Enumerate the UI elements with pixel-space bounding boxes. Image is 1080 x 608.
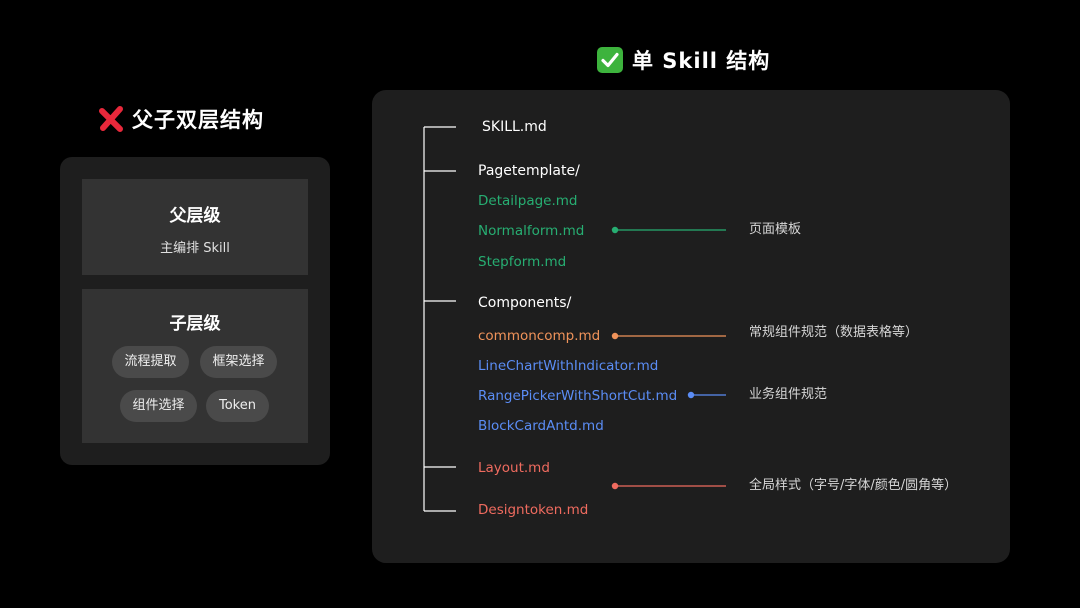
file-layout-md: Layout.md [478, 460, 550, 476]
file-blockcardantd-md: BlockCardAntd.md [478, 418, 604, 434]
file-commoncomp-md: commoncomp.md [478, 328, 601, 344]
pill-framework-selection: 框架选择 [200, 346, 277, 378]
parent-level-subtitle: 主编排 Skill [160, 241, 230, 256]
folder-components: Components/ [478, 295, 572, 311]
annotation-global-styles: 全局样式（字号/字体/颜色/圆角等） [749, 478, 958, 493]
two-layer-structure-card: 父层级 主编排 Skill 子层级 流程提取 框架选择 组件选择 Token [60, 157, 330, 465]
right-heading: 单 Skill 结构 [596, 44, 770, 76]
child-level-box: 子层级 流程提取 框架选择 组件选择 Token [82, 289, 308, 443]
annotation-business-components: 业务组件规范 [749, 387, 828, 402]
parent-level-box: 父层级 主编排 Skill [82, 179, 308, 275]
file-rangepickerwithshortcut-md: RangePickerWithShortCut.md [478, 388, 678, 404]
file-designtoken-md: Designtoken.md [478, 502, 589, 518]
parent-level-title: 父层级 [169, 206, 221, 226]
left-heading: 父子双层结构 [98, 103, 264, 135]
check-mark-icon [597, 47, 623, 73]
annotation-common-components: 常规组件规范（数据表格等） [749, 325, 919, 340]
right-heading-text: 单 Skill 结构 [632, 49, 771, 73]
folder-pagetemplate: Pagetemplate/ [478, 163, 580, 179]
file-linechartwithindicator-md: LineChartWithIndicator.md [478, 358, 659, 374]
file-detailpage-md: Detailpage.md [478, 193, 578, 209]
cross-mark-icon [99, 106, 123, 132]
file-stepform-md: Stepform.md [478, 254, 567, 270]
pill-component-selection: 组件选择 [120, 390, 197, 422]
left-heading-text: 父子双层结构 [132, 108, 264, 132]
file-normalform-md: Normalform.md [478, 223, 585, 239]
single-skill-structure-card: SKILL.md Pagetemplate/ Detailpage.md Nor… [372, 90, 1010, 563]
child-level-title: 子层级 [169, 314, 221, 334]
pill-token: Token [206, 390, 269, 422]
file-skill-md: SKILL.md [482, 119, 547, 135]
pill-process-extraction: 流程提取 [112, 346, 189, 378]
annotation-page-template: 页面模板 [749, 222, 802, 237]
